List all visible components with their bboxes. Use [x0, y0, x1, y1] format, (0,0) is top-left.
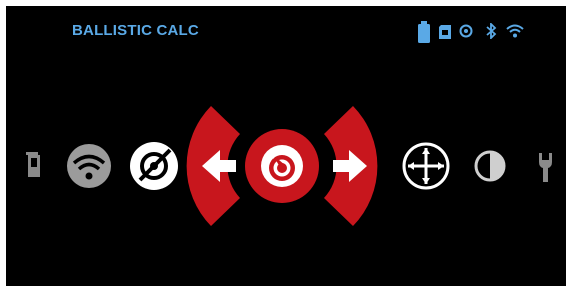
next-button[interactable]: [324, 106, 378, 226]
device-screen: BALLISTIC CALC: [6, 6, 566, 286]
ballistic-off-icon[interactable]: [130, 142, 178, 190]
menu-carousel: [26, 106, 552, 226]
wrench-icon[interactable]: [539, 153, 552, 182]
crosshair-icon[interactable]: [402, 142, 450, 190]
wifi-icon[interactable]: [67, 144, 111, 188]
ballistic-calc-selected[interactable]: [245, 129, 319, 203]
gallery-icon[interactable]: [26, 152, 40, 177]
contrast-icon[interactable]: [474, 150, 506, 182]
previous-button[interactable]: [186, 106, 240, 226]
